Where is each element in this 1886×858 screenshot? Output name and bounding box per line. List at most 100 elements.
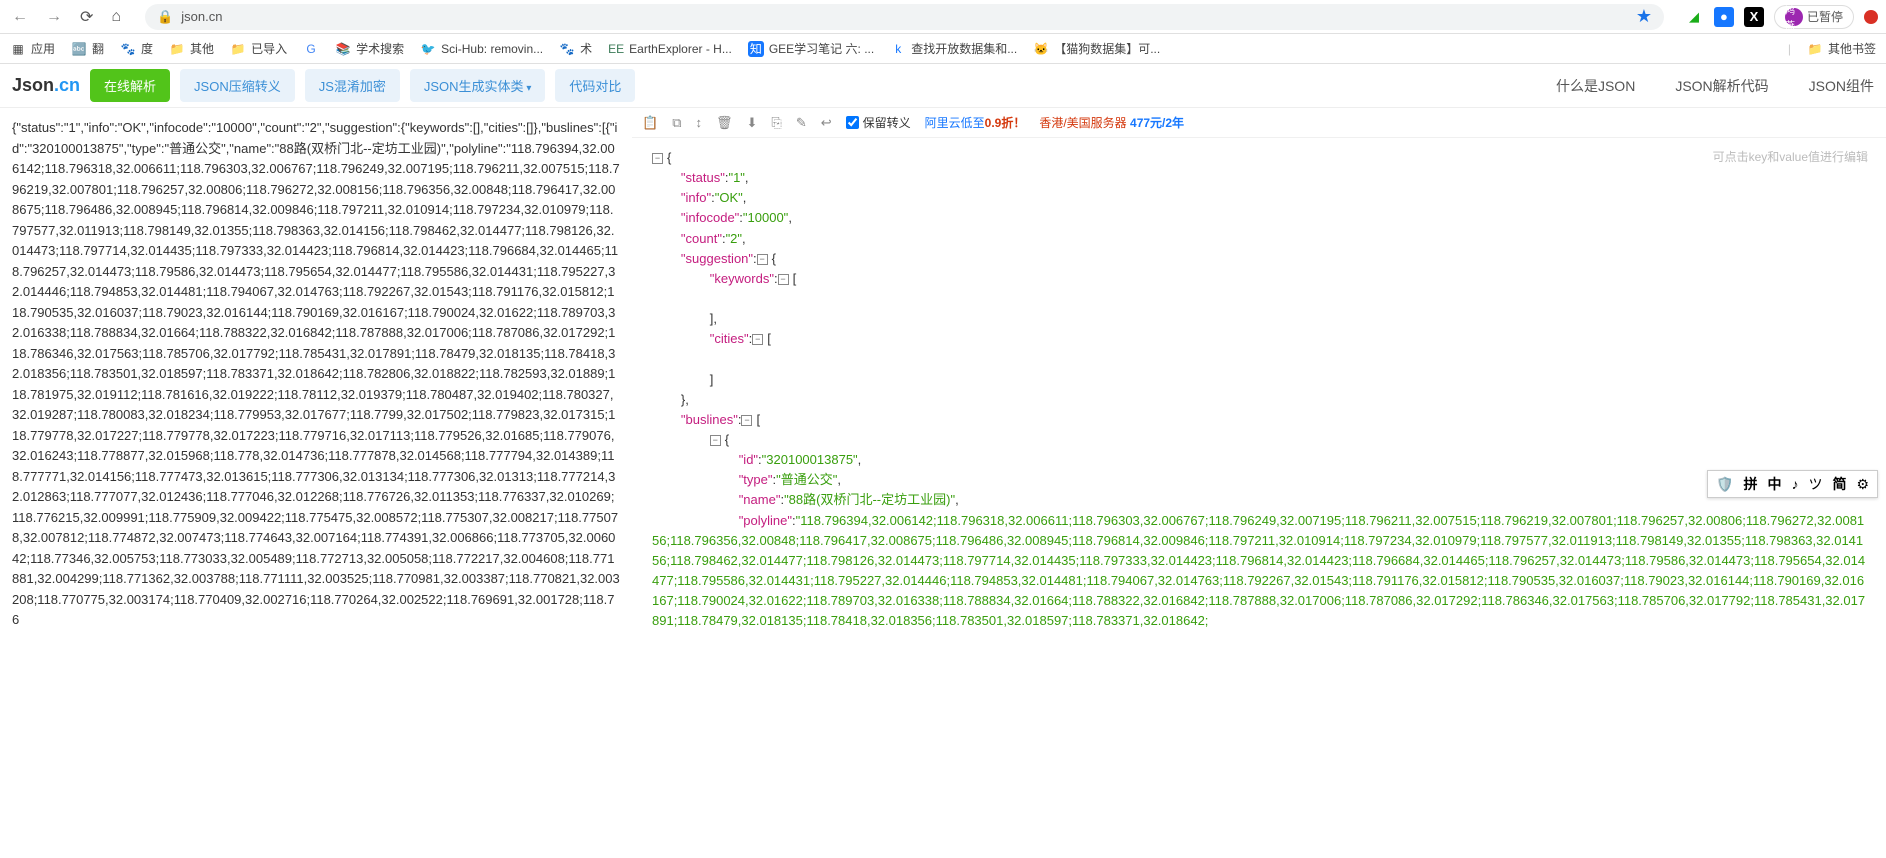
avatar: 鸿燕 — [1785, 8, 1803, 26]
site-logo[interactable]: Json.cn — [12, 75, 80, 96]
bookmark-icon: 🔤 — [71, 41, 87, 57]
bookmark-label: Sci-Hub: removin... — [441, 42, 543, 56]
collapse-icon[interactable]: − — [752, 334, 763, 345]
bookmark-icon: k — [890, 41, 906, 57]
bookmark-icon: 📚 — [335, 41, 351, 57]
sort-icon[interactable]: ↕ — [695, 115, 702, 130]
bookmark-item-1[interactable]: 🐾度 — [120, 40, 153, 57]
main-area: {"status":"1","info":"OK","infocode":"10… — [0, 108, 1886, 858]
separator: | — [1788, 42, 1791, 56]
keep-escape-input[interactable] — [846, 116, 859, 129]
nav-what-is-json[interactable]: 什么是JSON — [1556, 76, 1635, 96]
wand-icon[interactable]: ✎ — [796, 115, 807, 131]
profile-chip[interactable]: 鸿燕 已暂停 — [1774, 5, 1854, 29]
ime-gear-icon[interactable]: ⚙ — [1854, 476, 1871, 493]
bookmark-label: 已导入 — [251, 40, 287, 57]
ime-face-icon[interactable]: ツ — [1806, 474, 1824, 494]
reload-button[interactable]: ⟳ — [76, 7, 97, 27]
ime-toolbar[interactable]: 🛡️ 拼 中 ♪ ツ 简 ⚙ — [1707, 470, 1878, 498]
copy-icon[interactable]: ⎘ — [771, 115, 781, 131]
bookmark-icon: 🐾 — [559, 41, 575, 57]
layers-icon[interactable]: ⧉ — [672, 115, 681, 131]
bookmark-icon: G — [303, 41, 319, 57]
site-nav-right: 什么是JSON JSON解析代码 JSON组件 — [1556, 76, 1874, 96]
other-bookmarks[interactable]: 📁 其他书签 — [1807, 40, 1876, 57]
bookmark-item-7[interactable]: 🐾术 — [559, 40, 592, 57]
bookmark-label: 术 — [580, 40, 592, 57]
output-area: 📋 ⧉ ↕ 🗑 ⬇ ⎘ ✎ ↩ 保留转义 阿里云低至0.9折！ 香港/美国服务器… — [632, 108, 1886, 858]
edit-hint: 可点击key和value值进行编辑 — [1713, 148, 1868, 167]
ime-shield-icon[interactable]: 🛡️ — [1714, 476, 1735, 493]
bookmark-label: 翻 — [92, 40, 104, 57]
bookmark-icon: 🐦 — [420, 41, 436, 57]
back-icon[interactable]: ↩ — [821, 115, 832, 131]
collapse-icon[interactable]: − — [652, 153, 663, 164]
bookmark-item-5[interactable]: 📚 学术搜索 — [335, 40, 404, 57]
collapse-icon[interactable]: − — [757, 254, 768, 265]
ext-icon-1[interactable]: ◢ — [1684, 7, 1704, 27]
bookmark-item-2[interactable]: 📁 其他 — [169, 40, 214, 57]
bookmark-label: GEE学习笔记 六: ... — [769, 40, 874, 57]
raw-json-text: {"status":"1","info":"OK","infocode":"10… — [12, 120, 620, 627]
apps-button[interactable]: ▦ 应用 — [10, 40, 55, 57]
bookmark-icon: 知 — [748, 41, 764, 57]
collapse-icon[interactable]: − — [778, 274, 789, 285]
bookmarks-bar: ▦ 应用 🔤翻🐾度📁其他📁已导入G📚学术搜索🐦Sci-Hub: removin.… — [0, 34, 1886, 64]
url-bar[interactable]: 🔒 json.cn ★ — [145, 4, 1664, 30]
bookmark-item-4[interactable]: G — [303, 40, 319, 57]
ime-note-icon[interactable]: ♪ — [1789, 476, 1800, 492]
input-json-area[interactable]: {"status":"1","info":"OK","infocode":"10… — [0, 108, 632, 858]
keep-escape-checkbox[interactable]: 保留转义 — [846, 114, 911, 131]
site-header: Json.cn 在线解析 JSON压缩转义 JS混淆加密 JSON生成实体类 代… — [0, 64, 1886, 108]
ad-aliyun[interactable]: 阿里云低至0.9折！ — [925, 114, 1026, 131]
bookmark-icon: EE — [608, 41, 624, 57]
lock-icon: 🔒 — [157, 9, 173, 25]
bookmark-label: 学术搜索 — [356, 40, 404, 57]
bookmark-item-8[interactable]: EE EarthExplorer - H... — [608, 40, 732, 57]
json-tree-area[interactable]: 可点击key和value值进行编辑 −{ "status":"1", "info… — [632, 138, 1886, 858]
nav-parse-code[interactable]: JSON解析代码 — [1675, 76, 1768, 96]
ime-zhong[interactable]: 中 — [1765, 474, 1783, 494]
forward-button[interactable]: → — [42, 8, 66, 26]
apps-icon: ▦ — [10, 41, 26, 57]
notification-dot[interactable] — [1864, 10, 1878, 24]
collapse-icon[interactable]: − — [710, 435, 721, 446]
ime-pin[interactable]: 拼 — [1741, 474, 1759, 494]
bookmark-label: EarthExplorer - H... — [629, 42, 732, 56]
output-toolbar: 📋 ⧉ ↕ 🗑 ⬇ ⎘ ✎ ↩ 保留转义 阿里云低至0.9折！ 香港/美国服务器… — [632, 108, 1886, 138]
bookmark-item-10[interactable]: k 查找开放数据集和... — [890, 40, 1017, 57]
home-button[interactable]: ⌂ — [107, 8, 125, 26]
bookmark-item-9[interactable]: 知 GEE学习笔记 六: ... — [748, 40, 874, 57]
ad-server[interactable]: 香港/美国服务器 477元/2年 — [1039, 114, 1184, 131]
bookmark-item-11[interactable]: 🐱【猫狗数据集】可... — [1033, 40, 1160, 57]
parse-button[interactable]: 在线解析 — [90, 69, 170, 102]
bookmark-label: 查找开放数据集和... — [911, 40, 1017, 57]
compress-button[interactable]: JSON压缩转义 — [180, 69, 295, 102]
nav-component[interactable]: JSON组件 — [1809, 76, 1874, 96]
bookmark-icon: 🐱 — [1033, 41, 1049, 57]
back-button[interactable]: ← — [8, 8, 32, 26]
paused-label: 已暂停 — [1807, 8, 1843, 25]
bookmark-item-0[interactable]: 🔤翻 — [71, 40, 104, 57]
trash-icon[interactable]: 🗑 — [716, 115, 733, 131]
bookmark-icon: 📁 — [169, 41, 185, 57]
bookmark-label: 其他 — [190, 40, 214, 57]
url-text: json.cn — [181, 9, 222, 24]
clipboard-icon[interactable]: 📋 — [642, 115, 658, 131]
bookmark-icon: 🐾 — [120, 41, 136, 57]
generate-button[interactable]: JSON生成实体类 — [410, 69, 545, 102]
bookmark-label: 度 — [141, 40, 153, 57]
folder-icon: 📁 — [1807, 41, 1823, 57]
bookmark-icon: 📁 — [230, 41, 246, 57]
bookmark-star-icon[interactable]: ★ — [1636, 6, 1652, 27]
ext-icon-2[interactable]: ● — [1714, 7, 1734, 27]
bookmark-item-3[interactable]: 📁 已导入 — [230, 40, 287, 57]
compare-button[interactable]: 代码对比 — [555, 69, 635, 102]
collapse-icon[interactable]: − — [741, 415, 752, 426]
download-icon[interactable]: ⬇ — [747, 115, 758, 131]
obfuscate-button[interactable]: JS混淆加密 — [305, 69, 400, 102]
ime-jian[interactable]: 简 — [1830, 474, 1848, 494]
ext-icon-3[interactable]: X — [1744, 7, 1764, 27]
bookmark-item-6[interactable]: 🐦 Sci-Hub: removin... — [420, 40, 543, 57]
browser-nav: ← → ⟳ ⌂ 🔒 json.cn ★ ◢ ● X 鸿燕 已暂停 — [0, 0, 1886, 34]
